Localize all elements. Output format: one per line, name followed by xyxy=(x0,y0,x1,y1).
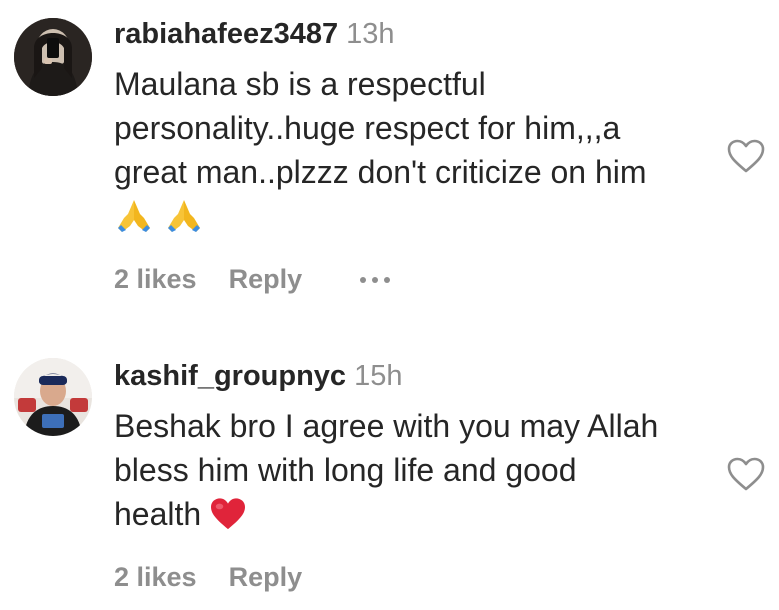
comment-actions: 2 likes Reply xyxy=(114,562,302,593)
reply-button[interactable]: Reply xyxy=(229,562,303,593)
red-heart-icon xyxy=(211,498,246,530)
like-button[interactable] xyxy=(726,456,766,492)
username[interactable]: kashif_groupnyc xyxy=(114,360,346,392)
timestamp: 15h xyxy=(354,360,403,392)
comment-text-line: health xyxy=(114,492,714,536)
comment-text-word: health xyxy=(114,496,202,532)
comment-text: Beshak bro I agree with you may Allah bl… xyxy=(114,404,714,536)
comment-text-line: bless him with long life and good xyxy=(114,452,577,488)
heart-outline-icon xyxy=(727,457,765,491)
avatar[interactable] xyxy=(14,358,92,436)
likes-count[interactable]: 2 likes xyxy=(114,562,197,593)
comment-header: kashif_groupnyc 15h xyxy=(114,360,402,393)
comment-text-line: Beshak bro I agree with you may Allah xyxy=(114,408,659,444)
comment-2: kashif_groupnyc 15h Beshak bro I agree wi… xyxy=(0,0,779,610)
